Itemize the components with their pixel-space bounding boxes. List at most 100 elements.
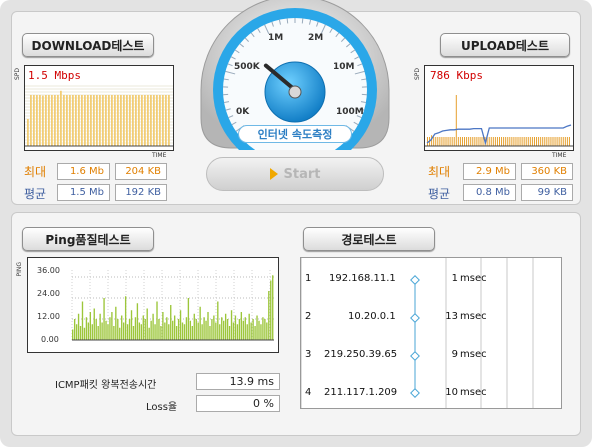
ping-y-axis-label: PING: [16, 262, 23, 277]
ping-bar: [175, 326, 178, 340]
ping-loss-value: 0 %: [196, 395, 280, 412]
upload-bar: [517, 137, 519, 146]
download-bar: [108, 95, 110, 146]
ping-bar: [236, 324, 239, 340]
download-bar: [57, 95, 59, 146]
ping-bar: [185, 317, 188, 340]
upload-x-axis-label: TIME: [552, 152, 567, 159]
download-bar: [159, 95, 161, 146]
download-bar: [90, 95, 92, 146]
download-bar: [66, 95, 68, 146]
upload-chart: 786 Kbps: [424, 65, 574, 151]
download-rate: 1.5 Mbps: [28, 69, 81, 82]
start-label: Start: [283, 166, 321, 182]
upload-bar: [496, 137, 498, 146]
upload-bar: [466, 137, 468, 146]
download-bar: [75, 95, 77, 146]
ping-bar: [166, 317, 168, 340]
download-bar: [144, 95, 146, 146]
ping-bar: [140, 324, 143, 340]
download-bar: [36, 95, 38, 146]
download-bar: [102, 95, 104, 146]
gauge-tick: [286, 18, 289, 24]
upload-bar: [494, 137, 496, 146]
download-bar: [168, 95, 170, 146]
upload-avg-mb: 0.8 Mb: [463, 184, 516, 201]
upload-bar: [560, 137, 562, 146]
download-y-axis-label: SPD: [14, 68, 21, 81]
upload-bar: [509, 137, 511, 146]
ping-bar: [105, 320, 107, 340]
hop-ms: 10: [445, 387, 458, 398]
ping-tick-24: 24.00: [37, 289, 60, 298]
ping-bar: [172, 320, 174, 340]
ping-bar: [183, 324, 186, 340]
gauge-label-100m: 100M: [336, 107, 364, 117]
download-bar: [39, 95, 41, 146]
upload-bar: [478, 137, 480, 146]
ping-bar: [223, 320, 225, 340]
ping-bar: [117, 319, 119, 340]
hop-ms: 13: [445, 311, 458, 322]
ping-bar: [217, 301, 219, 340]
ping-bar: [85, 317, 88, 340]
gauge-label-10m: 10M: [333, 62, 355, 72]
ping-bar: [228, 326, 231, 340]
ping-bar: [232, 322, 235, 340]
upload-bar: [546, 137, 548, 146]
upload-bar: [499, 137, 500, 146]
ping-bar: [113, 326, 115, 340]
ping-bar: [121, 315, 123, 340]
ping-loss-label: Loss율: [146, 402, 178, 413]
hop-number: 3: [305, 349, 312, 360]
hop-unit: msec: [460, 311, 487, 322]
speed-test-app: DOWNLOAD테스트 1.5 Mbps SPD TIME 최대 1.6 Mb …: [0, 0, 592, 447]
ping-bar: [272, 275, 274, 340]
ping-bar: [187, 298, 190, 340]
ping-bar: [226, 319, 229, 340]
download-bar: [33, 95, 35, 146]
hop-ip: 211.117.1.209: [324, 387, 398, 398]
ping-bar: [103, 298, 105, 340]
ping-rtt-value: 13.9 ms: [196, 373, 280, 390]
upload-bar: [472, 137, 474, 146]
download-test-button[interactable]: DOWNLOAD테스트: [22, 33, 154, 57]
ping-bar: [73, 319, 76, 340]
ping-tick-12: 12.00: [37, 312, 60, 321]
download-bar: [138, 95, 140, 146]
upload-bar: [447, 137, 449, 146]
upload-bar: [457, 137, 459, 146]
upload-bar: [439, 137, 441, 146]
download-bar: [132, 95, 134, 146]
ping-bar: [101, 322, 103, 340]
upload-bar: [461, 137, 463, 146]
ping-bar: [111, 312, 113, 340]
ping-bar: [205, 320, 207, 340]
upload-bar: [544, 137, 546, 146]
upload-bar: [568, 137, 570, 146]
ping-bar: [246, 324, 248, 340]
upload-bar: [523, 137, 525, 146]
upload-avg-kb: 99 KB: [521, 184, 573, 201]
ping-bar: [126, 324, 129, 340]
upload-bar: [531, 137, 533, 146]
download-bar: [156, 95, 158, 146]
upload-bar: [490, 137, 492, 146]
gauge-label-500k: 500K: [234, 62, 260, 72]
ping-bar: [224, 313, 227, 340]
ping-bar: [260, 324, 262, 340]
start-button[interactable]: Start: [206, 157, 384, 191]
ping-bar: [170, 305, 172, 340]
ping-test-button[interactable]: Ping품질테스트: [22, 227, 154, 251]
route-test-button[interactable]: 경로테스트: [303, 227, 435, 251]
route-hop-marker: [410, 388, 420, 398]
ping-bar: [107, 324, 109, 340]
ping-bar: [164, 322, 166, 340]
download-bar: [165, 95, 167, 146]
upload-bar: [459, 137, 461, 146]
ping-bar: [270, 280, 272, 340]
gauge-tick: [301, 18, 304, 24]
upload-bar: [564, 137, 566, 146]
upload-test-button[interactable]: UPLOAD테스트: [440, 33, 570, 57]
hop-ms: 9: [451, 349, 458, 360]
